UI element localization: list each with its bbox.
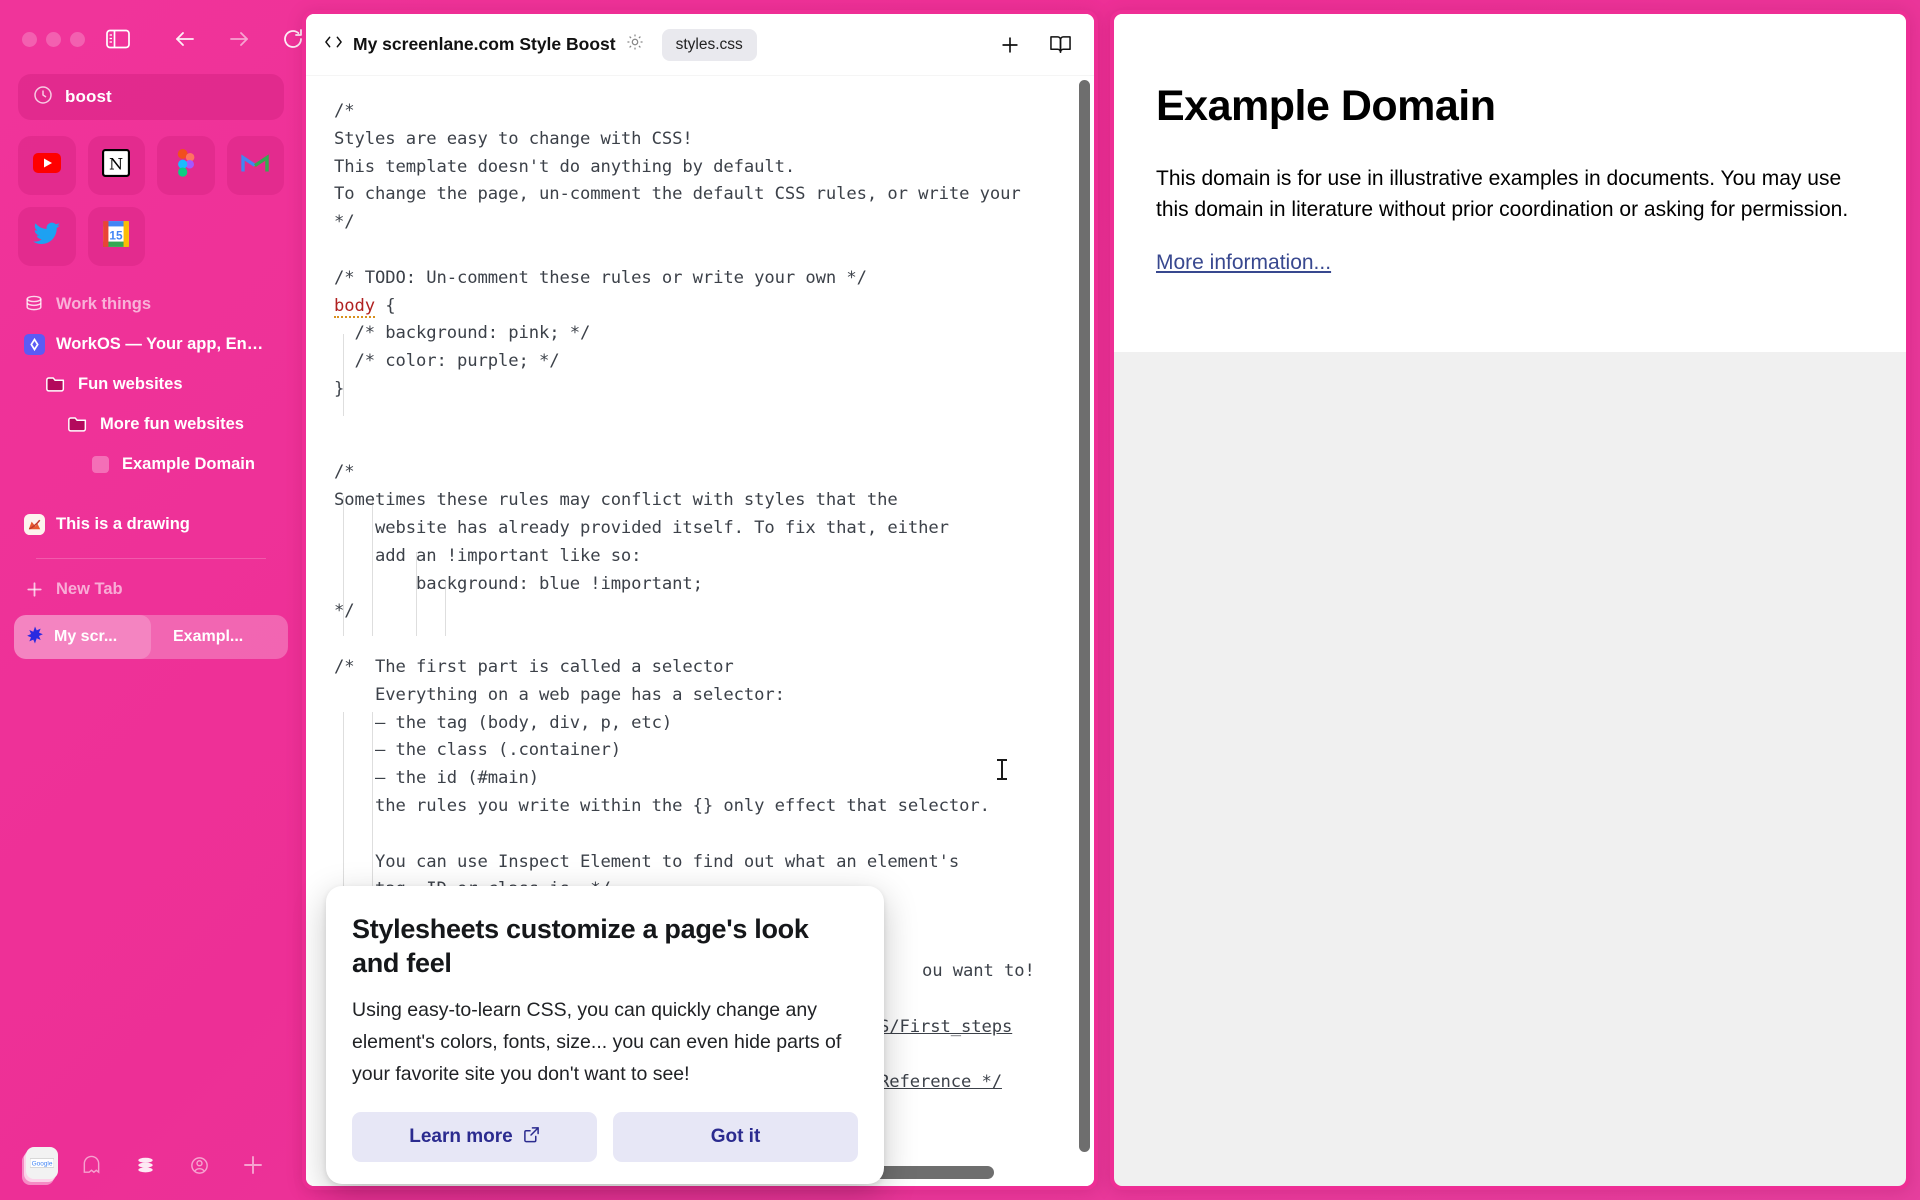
editor-toolbar: My screenlane.com Style Boost styles.css (306, 14, 1094, 76)
favorites-grid: N 15 (18, 136, 284, 266)
external-link-icon (523, 1126, 540, 1149)
folder-icon (45, 373, 67, 395)
sidebar-item-workos[interactable]: WorkOS — Your app, En… (14, 324, 288, 364)
indent-guide (343, 334, 344, 416)
command-bar-text: boost (65, 87, 112, 106)
text-cursor-ibeam (997, 759, 1007, 781)
database-icon[interactable] (118, 1155, 172, 1176)
learn-more-button[interactable]: Learn more (352, 1112, 597, 1162)
sidebar-item-label: WorkOS — Your app, En… (56, 334, 264, 353)
indent-guide (445, 580, 446, 636)
web-content-panel: Example Domain This domain is for use in… (1110, 10, 1910, 1190)
command-bar[interactable]: boost (18, 74, 284, 120)
clock-icon (33, 85, 53, 110)
plus-icon[interactable] (226, 1153, 280, 1177)
tip-card-body: Using easy-to-learn CSS, you can quickly… (352, 999, 842, 1085)
traffic-lights (22, 31, 85, 47)
favorite-google-calendar[interactable]: 15 (87, 207, 145, 266)
split-tab-label: Exampl... (173, 628, 244, 645)
sidebar-item-more-fun-websites[interactable]: More fun websites (58, 404, 288, 444)
editor-vertical-scrollbar[interactable] (1079, 80, 1090, 1156)
svg-text:Google: Google (32, 1160, 53, 1167)
sidebar-divider (36, 558, 266, 559)
file-tab-styles-css[interactable]: styles.css (661, 28, 757, 61)
workos-icon (23, 333, 45, 355)
onboarding-tip-card: Stylesheets customize a page's look and … (326, 886, 884, 1184)
tip-card-title: Stylesheets customize a page's look and … (352, 914, 809, 978)
example-domain-card: Example Domain This domain is for use in… (1114, 14, 1906, 352)
code-tail-line-1: ou want to! (922, 961, 1035, 981)
window-controls-row (0, 0, 302, 52)
plus-icon (23, 578, 45, 600)
book-icon[interactable] (1040, 25, 1080, 65)
gear-icon[interactable] (626, 33, 644, 56)
split-view-tab-pair: My scr... Exampl... (14, 615, 288, 659)
code-block-intro: /* Styles are easy to change with CSS! T… (334, 101, 1021, 899)
youtube-icon (32, 149, 61, 182)
svg-text:15: 15 (110, 228, 124, 242)
minimize-window-button[interactable] (46, 31, 61, 47)
editor-title: My screenlane.com Style Boost (353, 34, 616, 54)
folder-icon (67, 413, 89, 435)
add-file-button[interactable] (990, 25, 1030, 65)
sidebar-item-example-domain[interactable]: Example Domain (80, 444, 288, 484)
favorite-gmail[interactable] (226, 136, 284, 195)
sidebar-item-label: This is a drawing (56, 514, 190, 533)
back-arrow-icon[interactable] (172, 26, 198, 52)
indent-guide (372, 496, 373, 636)
svg-text:N: N (109, 154, 123, 173)
got-it-button[interactable]: Got it (613, 1112, 858, 1162)
sidebar-item-label: More fun websites (100, 414, 244, 433)
favorite-figma[interactable] (157, 136, 215, 195)
notion-icon: N (102, 149, 131, 182)
page-paragraph: This domain is for use in illustrative e… (1156, 167, 1849, 221)
sidebar-bottom-bar: Google (0, 1130, 302, 1200)
got-it-label: Got it (710, 1126, 761, 1147)
twitter-icon (32, 220, 61, 253)
favorite-notion[interactable]: N (87, 136, 145, 195)
tab-list: Work things WorkOS — Your app, En… Fun w… (0, 284, 302, 609)
indent-guide (416, 552, 417, 636)
css-source-text[interactable]: /* Styles are easy to change with CSS! T… (306, 98, 1094, 904)
favorite-twitter[interactable] (18, 207, 76, 266)
sidebar-bottom-icons (64, 1153, 280, 1177)
calendar-icon: 15 (102, 220, 130, 253)
favorite-youtube[interactable] (18, 136, 76, 195)
more-information-link[interactable]: More information... (1156, 251, 1331, 275)
sidebar: boost N 15 Work things WorkOS — Your app… (0, 0, 302, 1200)
page-title: Example Domain (1156, 82, 1496, 130)
ghost-icon[interactable] (64, 1155, 118, 1176)
drawing-icon (23, 513, 45, 535)
sidebar-item-label: Fun websites (78, 374, 183, 393)
sidebar-toggle-icon[interactable] (106, 29, 130, 49)
css-selector-body: body (334, 295, 375, 318)
editor-vertical-scroll-thumb[interactable] (1079, 80, 1090, 1152)
tip-card-actions: Learn more Got it (352, 1112, 858, 1162)
new-tab-button[interactable]: New Tab (14, 569, 288, 609)
navigation-buttons (172, 26, 306, 52)
code-brackets-icon (324, 34, 343, 55)
close-window-button[interactable] (22, 31, 37, 47)
new-tab-label: New Tab (56, 579, 123, 598)
sidebar-item-work-things[interactable]: Work things (14, 284, 288, 324)
favicon-placeholder (89, 453, 111, 475)
database-icon (23, 293, 45, 315)
star-burst-icon (26, 625, 44, 649)
sidebar-item-label: Work things (56, 294, 152, 313)
sidebar-item-this-is-a-drawing[interactable]: This is a drawing (14, 504, 288, 544)
maximize-window-button[interactable] (70, 31, 85, 47)
forward-arrow-icon[interactable] (226, 26, 252, 52)
gmail-icon (241, 149, 269, 182)
person-icon[interactable] (172, 1155, 226, 1176)
split-tab-label: My scr... (54, 628, 118, 645)
split-tab-example-domain[interactable]: Exampl... (151, 615, 288, 659)
sidebar-item-fun-websites[interactable]: Fun websites (36, 364, 288, 404)
figma-icon (172, 149, 200, 182)
learn-more-label: Learn more (409, 1126, 513, 1147)
sidebar-item-label: Example Domain (122, 454, 255, 473)
split-tab-my-screenlane[interactable]: My scr... (14, 615, 151, 659)
indent-guide (343, 496, 344, 636)
